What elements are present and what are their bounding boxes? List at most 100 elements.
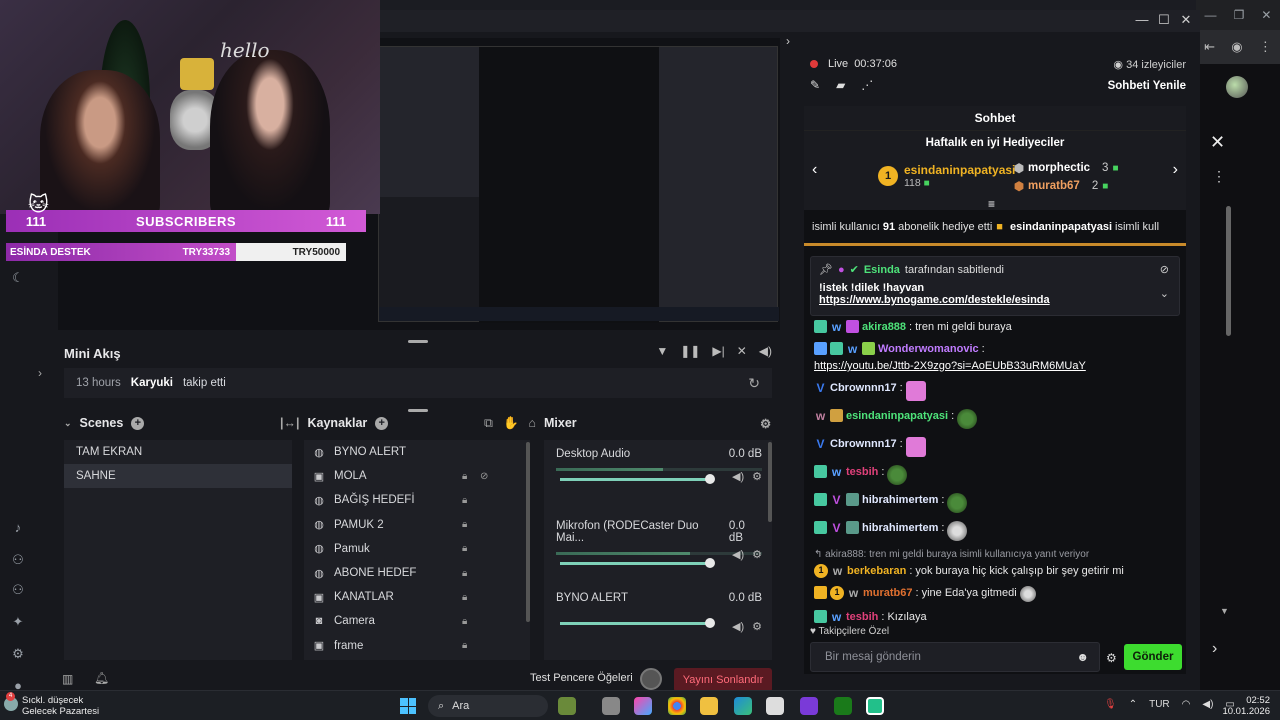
hand-icon[interactable]: ✋: [503, 416, 519, 431]
chrome-icon[interactable]: [668, 697, 686, 715]
gift-icon[interactable]: ▰: [836, 78, 845, 92]
expand-icon[interactable]: |↔|: [280, 416, 300, 430]
sparkle-icon[interactable]: ✦: [10, 614, 26, 630]
lock-icon[interactable]: 🔒︎: [462, 616, 467, 627]
share-icon[interactable]: ⋰: [861, 78, 873, 92]
chat-message[interactable]: V Cbrownnn17:: [814, 381, 1180, 401]
lock-icon[interactable]: 🔒︎: [462, 471, 467, 482]
hidden-eye-icon[interactable]: ⊘: [480, 471, 488, 482]
lock-icon[interactable]: 🔒︎: [462, 543, 467, 554]
replay-icon[interactable]: ↻: [748, 375, 760, 392]
source-item[interactable]: ◙ Camera 🔒︎: [304, 609, 530, 633]
maximize-icon[interactable]: ☐: [1154, 12, 1174, 28]
chat-username[interactable]: akira888: [862, 320, 906, 334]
camera-icon[interactable]: ⌂: [529, 416, 537, 430]
source-item[interactable]: ◍ PAMUK 2 🔒︎: [304, 513, 530, 537]
scene-item[interactable]: SAHNE: [64, 464, 292, 488]
chat-username[interactable]: muratb67: [863, 586, 913, 600]
lock-icon[interactable]: 🔒︎: [462, 568, 467, 579]
more-icon[interactable]: ⋮: [1212, 168, 1226, 185]
skip-icon[interactable]: ▶|: [712, 344, 724, 358]
gear-icon[interactable]: ⚙: [1106, 651, 1117, 665]
mixer-settings-icon[interactable]: ⚙: [760, 414, 771, 432]
share-icon[interactable]: ⚇: [10, 552, 26, 568]
profile-icon[interactable]: ◉: [1231, 39, 1242, 55]
restore-icon[interactable]: ❐: [1234, 8, 1245, 22]
copilot-icon[interactable]: [634, 697, 652, 715]
language-indicator[interactable]: TUR: [1149, 699, 1170, 710]
close-icon[interactable]: ✕: [1261, 8, 1271, 22]
chat-message-input[interactable]: Bir mesaj gönderin ☻: [810, 642, 1100, 672]
chat-link[interactable]: https://youtu.be/Jttb-2X9zgo?si=AoEUbB33…: [814, 359, 1114, 373]
gear-icon[interactable]: ⚙: [752, 548, 762, 561]
weather-widget[interactable]: 4 Sıckl. düşecek Gelecek Pazartesi: [4, 692, 99, 717]
source-item[interactable]: ◍ BAĞIŞ HEDEFİ 🔒︎: [304, 488, 530, 512]
chat-username[interactable]: berkebaran: [847, 564, 906, 578]
gifter-3[interactable]: ⬢ muratb67 2 ■: [1014, 179, 1108, 193]
chevron-up-icon[interactable]: ⌃: [1129, 699, 1137, 710]
taskview-icon[interactable]: [602, 697, 620, 715]
stats-icon[interactable]: ▥: [62, 672, 73, 686]
chat-message[interactable]: ᴡ Wonderwomanovic: https://youtu.be/Jttb…: [814, 342, 1180, 373]
source-item[interactable]: ◍ Pamuk 🔒︎: [304, 537, 530, 561]
edge-icon[interactable]: [734, 697, 752, 715]
avatar[interactable]: [1226, 76, 1248, 98]
volume-icon[interactable]: ◀): [759, 344, 772, 358]
volume-icon[interactable]: ◀): [1202, 699, 1213, 710]
speaker-icon[interactable]: ◀): [732, 470, 744, 483]
source-item[interactable]: ◍ ABONE HEDEF 🔒︎: [304, 561, 530, 585]
volume-slider[interactable]: [560, 558, 715, 568]
scene-item[interactable]: TAM EKRAN: [64, 440, 292, 464]
clock[interactable]: 02:52 10.01.2026: [1222, 695, 1270, 717]
bell-icon[interactable]: 🔔︎: [94, 671, 109, 685]
integrations-icon[interactable]: ⚇: [10, 582, 26, 598]
gifter-2[interactable]: ⬢ morphectic 3 ■: [1014, 161, 1119, 175]
extensions-icon[interactable]: ⇤: [1204, 39, 1215, 55]
emoji-icon[interactable]: ☻: [1076, 650, 1089, 664]
lock-icon[interactable]: 🔒︎: [462, 495, 467, 506]
send-button[interactable]: Gönder: [1124, 644, 1182, 670]
streaming-app-icon[interactable]: [866, 697, 884, 715]
slider-knob[interactable]: [705, 474, 715, 484]
chat-username[interactable]: hibrahimertem: [862, 493, 938, 507]
tiktok-icon[interactable]: ♪: [10, 520, 26, 535]
source-item[interactable]: ▣ MOLA 🔒︎ ⊘: [304, 464, 530, 488]
microphone-icon[interactable]: 🎙︎: [1104, 699, 1117, 710]
wifi-icon[interactable]: ◠: [1182, 699, 1191, 710]
minimize-icon[interactable]: —: [1205, 8, 1217, 22]
chat-username[interactable]: hibrahimertem: [862, 521, 938, 535]
group-icon[interactable]: ⧉: [484, 416, 493, 431]
refresh-chat-button[interactable]: Sohbeti Yenile: [1108, 80, 1186, 92]
settings-icon[interactable]: ⚙: [10, 646, 26, 662]
chat-message[interactable]: 1 ᴡ muratb67: yine Eda'ya gitmedi: [814, 586, 1180, 602]
resize-handle[interactable]: [408, 409, 428, 412]
chat-message[interactable]: ᴡ tesbih:: [814, 465, 1180, 485]
filter-icon[interactable]: ▼: [656, 344, 668, 358]
speaker-icon[interactable]: ◀): [732, 620, 744, 633]
lock-icon[interactable]: 🔒︎: [462, 640, 467, 651]
source-item[interactable]: ◍ BYNO ALERT: [304, 440, 530, 464]
swirl-icon[interactable]: ☾: [10, 270, 26, 286]
edit-icon[interactable]: ✎: [810, 78, 820, 92]
lock-icon[interactable]: 🔒︎: [462, 519, 467, 530]
app-icon[interactable]: [800, 697, 818, 715]
app-icon[interactable]: [558, 697, 576, 715]
chat-username[interactable]: Cbrownnn17: [830, 437, 897, 451]
store-icon[interactable]: [766, 697, 784, 715]
test-widgets-label[interactable]: Test Pencere Öğeleri: [530, 672, 633, 684]
chat-username[interactable]: Wonderwomanovic: [878, 342, 979, 356]
chat-username[interactable]: tesbih: [846, 610, 878, 624]
windows-start-icon[interactable]: [400, 698, 416, 714]
pause-icon[interactable]: ❚❚: [680, 344, 700, 358]
chat-message[interactable]: ᴡ tesbih: Kızılaya: [814, 610, 1180, 624]
chevron-right-icon[interactable]: ›: [1212, 640, 1217, 658]
chevron-down-icon[interactable]: ⌄: [1160, 287, 1169, 300]
chat-message[interactable]: 1 ᴡ berkebaran: yok buraya hiç kick çalı…: [814, 564, 1180, 578]
folder-icon[interactable]: [700, 697, 718, 715]
filter-icon[interactable]: ≡: [988, 197, 995, 211]
gear-icon[interactable]: ⚙: [752, 470, 762, 483]
slider-knob[interactable]: [705, 558, 715, 568]
chat-message[interactable]: V Cbrownnn17:: [814, 437, 1180, 457]
scrollbar[interactable]: [768, 442, 772, 522]
chat-username[interactable]: Cbrownnn17: [830, 381, 897, 395]
